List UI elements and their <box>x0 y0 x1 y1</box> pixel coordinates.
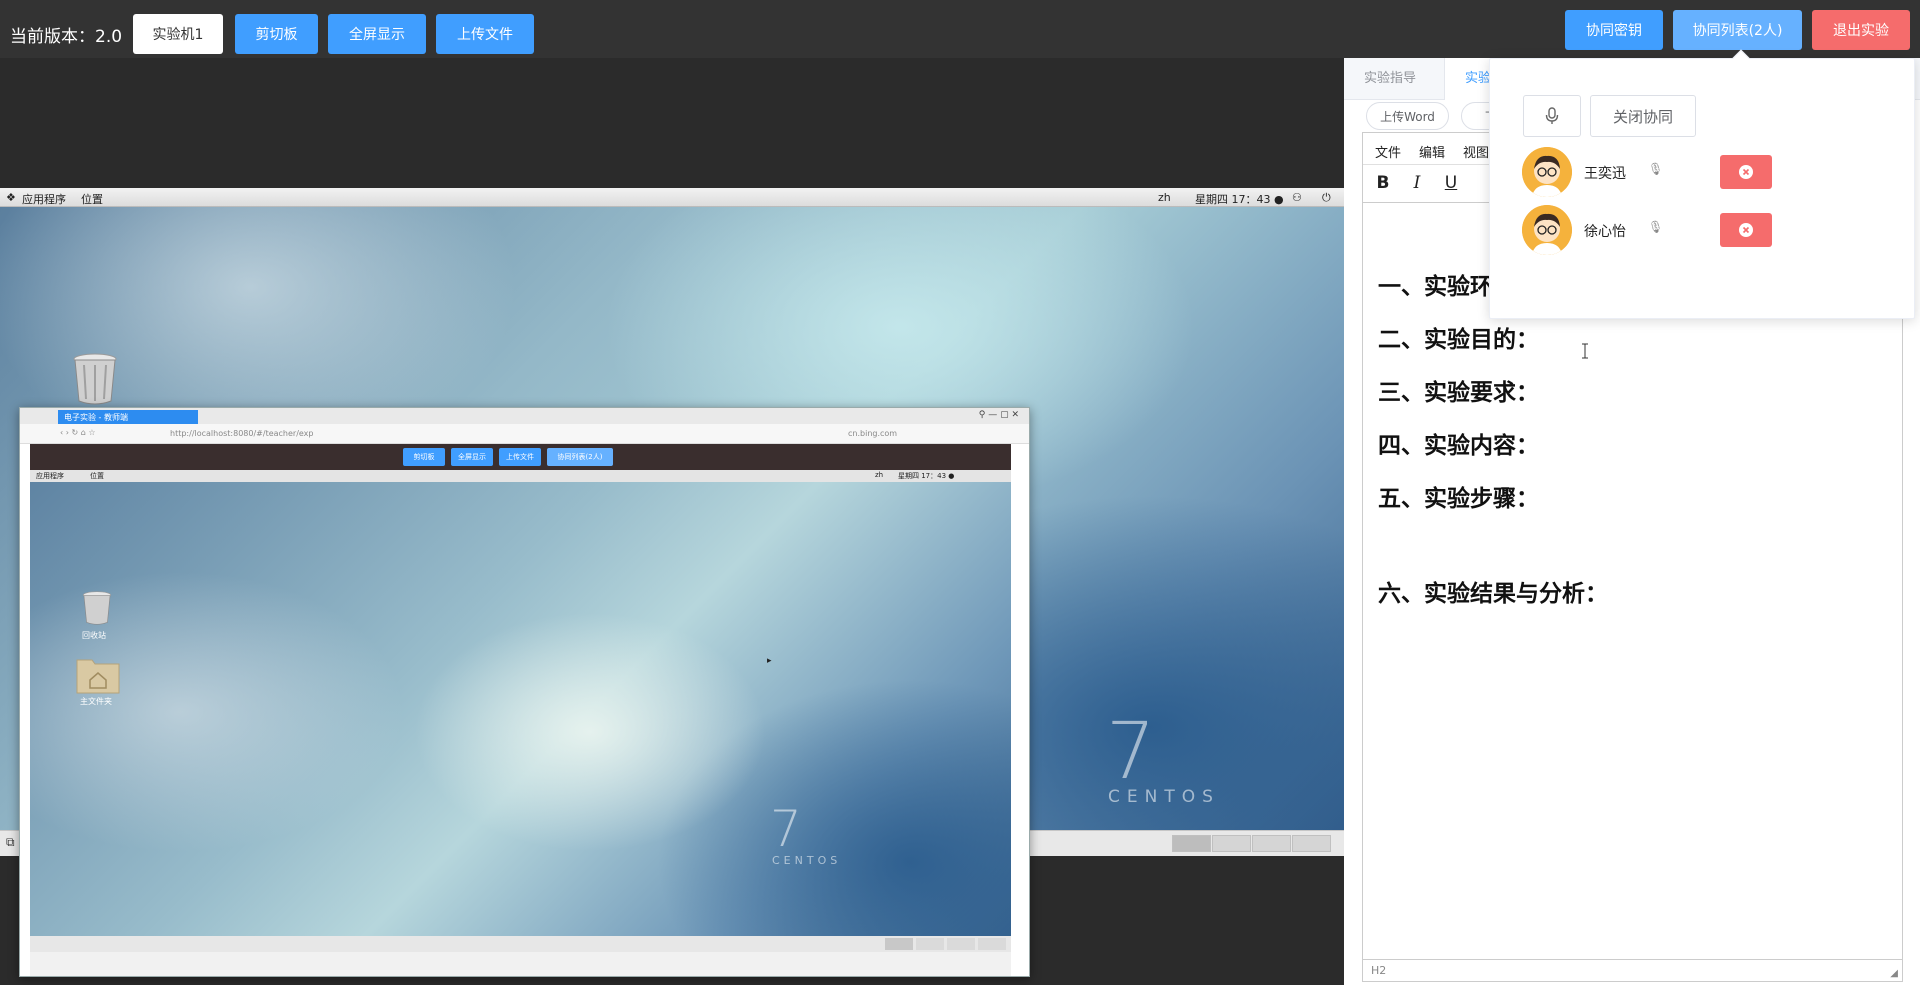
nested-workspace-4[interactable] <box>978 938 1006 950</box>
nested-gnome-lang: zh <box>875 471 884 479</box>
underline-button[interactable]: U <box>1439 173 1463 195</box>
menu-view[interactable]: 视图 <box>1463 142 1489 161</box>
nested-gnome-apps[interactable]: 应用程序 <box>36 471 64 481</box>
nested-gnome-bar: 应用程序 位置 zh 星期四 17：43 ● <box>30 470 1011 482</box>
upload-word-button[interactable]: 上传Word <box>1366 102 1449 130</box>
nested-clipboard-button[interactable]: 剪切板 <box>403 448 445 466</box>
home-folder-label: 主文件夹 <box>80 697 112 706</box>
italic-button[interactable]: I <box>1405 173 1429 195</box>
nested-page-toolbar: 剪切板 全屏显示 上传文件 协同列表(2人) <box>30 444 1011 470</box>
collab-member: 徐心怡 🎙 <box>1522 205 1902 257</box>
fullscreen-button[interactable]: 全屏显示 <box>328 14 426 54</box>
upload-file-button[interactable]: 上传文件 <box>436 14 534 54</box>
nested-gnome-clock: 星期四 17：43 ● <box>898 472 955 480</box>
top-toolbar: 当前版本：2.0 实验机1 剪切板 全屏显示 上传文件 协同密钥 协同列表(2人… <box>0 0 1920 58</box>
gnome-places-menu[interactable]: 位置 <box>81 191 103 207</box>
collab-popover: 关闭协同 王奕迅 🎙 徐心怡 🎙 <box>1489 49 1915 319</box>
member-name: 徐心怡 <box>1584 224 1626 240</box>
power-icon[interactable]: ⏻ <box>1322 191 1331 205</box>
nested-trash-label: 回收站 <box>82 631 106 640</box>
nested-centos-seven-mark: 7 <box>770 800 802 858</box>
close-circle-icon <box>1739 165 1753 179</box>
centos-seven-mark: 7 <box>1106 707 1156 797</box>
collab-list-button[interactable]: 协同列表(2人) <box>1673 10 1802 50</box>
close-circle-icon <box>1739 223 1753 237</box>
nested-collab-list-button[interactable]: 协同列表(2人) <box>547 448 613 466</box>
nested-fullscreen-button[interactable]: 全屏显示 <box>451 448 493 466</box>
remove-member-button[interactable] <box>1720 213 1772 247</box>
nested-status-bar <box>30 952 1011 976</box>
nested-workspace-3[interactable] <box>947 938 975 950</box>
editor-statusbar: H2 ◢ <box>1363 959 1902 981</box>
microphone-icon <box>1545 107 1559 124</box>
gnome-language[interactable]: zh <box>1158 191 1171 204</box>
heading-content: 四、实验内容： <box>1378 433 1539 459</box>
mic-button[interactable] <box>1523 95 1581 137</box>
heading-purpose: 二、实验目的： <box>1378 327 1539 353</box>
version-label: 当前版本：2.0 <box>10 27 123 47</box>
network-icon[interactable]: ⚇ <box>1292 191 1302 204</box>
nested-search-site[interactable]: cn.bing.com <box>848 429 897 438</box>
home-folder-icon[interactable] <box>76 656 120 694</box>
nested-window-controls[interactable]: ⚲ — ▢ ✕ <box>979 410 1019 420</box>
heading-results: 六、实验结果与分析： <box>1378 581 1608 607</box>
tab-experiment-guide[interactable]: 实验指导 <box>1344 58 1436 100</box>
collab-key-button[interactable]: 协同密钥 <box>1565 10 1663 50</box>
show-desktop-icon[interactable]: ⧉ <box>6 835 15 850</box>
heading-steps: 五、实验步骤： <box>1378 486 1539 512</box>
trash-icon[interactable] <box>72 353 118 405</box>
nested-gnome-places[interactable]: 位置 <box>90 471 104 481</box>
workspace-1[interactable] <box>1172 835 1211 852</box>
menu-edit[interactable]: 编辑 <box>1419 142 1445 161</box>
gnome-clock[interactable]: 星期四 17：43 ● <box>1195 191 1284 207</box>
nested-browser-window[interactable]: 电子实验 - 教师端 ⚲ — ▢ ✕ ‹ › ↻ ⌂ ☆ http://loca… <box>19 407 1030 977</box>
avatar <box>1522 147 1572 197</box>
clipboard-button[interactable]: 剪切板 <box>235 14 318 54</box>
member-mic-icon: 🎙 <box>1648 220 1664 234</box>
resize-handle-icon[interactable]: ◢ <box>1890 968 1898 979</box>
workspace-2[interactable] <box>1212 835 1251 852</box>
member-name: 王奕迅 <box>1584 166 1626 182</box>
collab-member: 王奕迅 🎙 <box>1522 147 1902 199</box>
nested-workspace-2[interactable] <box>916 938 944 950</box>
nested-url[interactable]: http://localhost:8080/#/teacher/exp <box>170 429 314 438</box>
nested-tab[interactable]: 电子实验 - 教师端 <box>58 410 198 424</box>
nested-centos-wordmark: CENTOS <box>772 854 842 867</box>
nested-page: 剪切板 全屏显示 上传文件 协同列表(2人) 应用程序 位置 zh 星期四 17… <box>30 444 1011 976</box>
workspace-4[interactable] <box>1292 835 1331 852</box>
exit-experiment-button[interactable]: 退出实验 <box>1812 10 1910 50</box>
member-mic-icon: 🎙 <box>1648 162 1664 176</box>
nested-window-list <box>30 936 1011 952</box>
nested-upload-button[interactable]: 上传文件 <box>499 448 541 466</box>
element-path: H2 <box>1371 964 1387 977</box>
centos-wordmark: CENTOS <box>1108 787 1220 807</box>
gnome-top-bar: ❖ 应用程序 位置 zh 星期四 17：43 ● ⚇ ⏻ <box>0 188 1344 207</box>
bold-button[interactable]: B <box>1371 173 1395 195</box>
nested-trash-icon[interactable] <box>82 590 112 626</box>
heading-environment: 一、实验环 <box>1378 274 1493 300</box>
mouse-pointer-icon: ▸ <box>767 656 772 666</box>
remove-member-button[interactable] <box>1720 155 1772 189</box>
nested-workspace-1[interactable] <box>885 938 913 950</box>
gnome-applications-menu[interactable]: 应用程序 <box>22 191 66 207</box>
avatar <box>1522 205 1572 255</box>
nav-arrows-icon[interactable]: ‹ › ↻ ⌂ ☆ <box>60 428 96 437</box>
machine-button[interactable]: 实验机1 <box>133 14 223 54</box>
menu-file[interactable]: 文件 <box>1375 142 1401 161</box>
nested-tab-bar: 电子实验 - 教师端 ⚲ — ▢ ✕ <box>20 408 1029 424</box>
heading-requirements: 三、实验要求： <box>1378 380 1539 406</box>
nested-address-bar: ‹ › ↻ ⌂ ☆ http://localhost:8080/#/teache… <box>20 424 1029 444</box>
text-cursor-icon <box>1582 343 1588 359</box>
nested-desktop[interactable]: 回收站 主文件夹 7 CENTOS ▸ <box>30 482 1011 936</box>
workspace-3[interactable] <box>1252 835 1291 852</box>
close-collab-button[interactable]: 关闭协同 <box>1590 95 1696 137</box>
gnome-foot-icon: ❖ <box>6 191 16 204</box>
